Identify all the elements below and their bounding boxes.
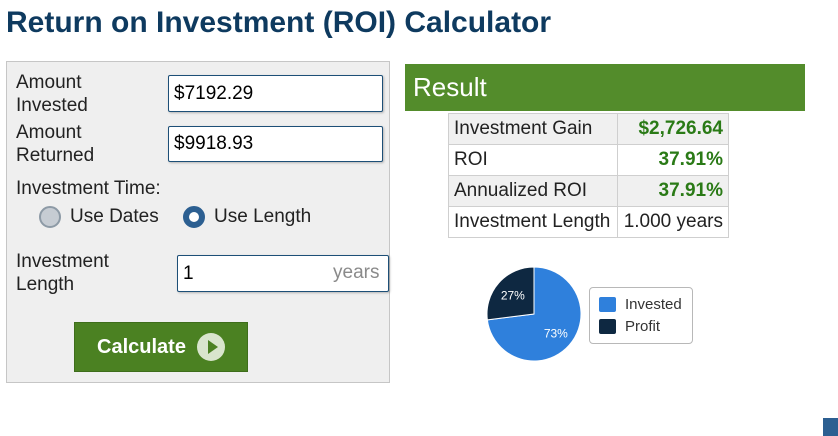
result-table: Investment Gain $2,726.64 ROI 37.91% Ann…: [448, 113, 729, 238]
profit-swatch: [599, 318, 616, 334]
investment-length-result-value: 1.000 years: [617, 206, 729, 238]
pie-label-profit: 27%: [501, 288, 525, 302]
table-row: Investment Length 1.000 years: [448, 206, 729, 238]
play-icon: [196, 333, 225, 361]
investment-length-result-label: Investment Length: [448, 206, 618, 238]
pie-label-invested: 73%: [544, 326, 568, 340]
use-length-radio[interactable]: Use Length: [183, 206, 311, 228]
table-row: Annualized ROI 37.91%: [448, 175, 729, 207]
result-header: Result: [405, 64, 805, 111]
years-suffix: years: [333, 262, 380, 283]
legend-item-invested: Invested: [599, 293, 692, 315]
roi-pie-chart: 73% 27%: [486, 266, 582, 362]
annualized-roi-label: Annualized ROI: [448, 175, 618, 207]
scroll-top-icon[interactable]: [823, 418, 838, 436]
amount-invested-label: Amount Invested: [16, 72, 88, 116]
investment-gain-label: Investment Gain: [448, 113, 618, 145]
table-row: Investment Gain $2,726.64: [448, 113, 729, 145]
invested-swatch: [599, 296, 616, 312]
roi-value: 37.91%: [617, 144, 729, 176]
chart-legend: Invested Profit: [589, 287, 693, 344]
amount-returned-input[interactable]: [168, 126, 383, 162]
use-dates-radio[interactable]: Use Dates: [39, 206, 159, 228]
use-dates-radio-button[interactable]: [39, 206, 61, 228]
use-length-label: Use Length: [214, 206, 312, 227]
legend-label-invested: Invested: [625, 295, 682, 313]
use-length-radio-button[interactable]: [183, 206, 205, 228]
calculate-button[interactable]: Calculate: [74, 322, 248, 372]
roi-form-panel: Amount Invested Amount Returned Investme…: [6, 61, 390, 383]
table-row: ROI 37.91%: [448, 144, 729, 176]
amount-returned-label: Amount Returned: [16, 122, 95, 166]
calculate-label: Calculate: [97, 335, 186, 358]
investment-gain-value: $2,726.64: [617, 113, 729, 145]
use-dates-label: Use Dates: [70, 206, 159, 227]
annualized-roi-value: 37.91%: [617, 175, 729, 207]
roi-label: ROI: [448, 144, 618, 176]
investment-length-label: Investment Length: [16, 251, 109, 295]
investment-time-label: Investment Time:: [16, 178, 161, 199]
legend-label-profit: Profit: [625, 317, 661, 335]
amount-invested-input[interactable]: [168, 75, 383, 112]
page-title: Return on Investment (ROI) Calculator: [6, 6, 552, 39]
legend-item-profit: Profit: [599, 315, 692, 337]
